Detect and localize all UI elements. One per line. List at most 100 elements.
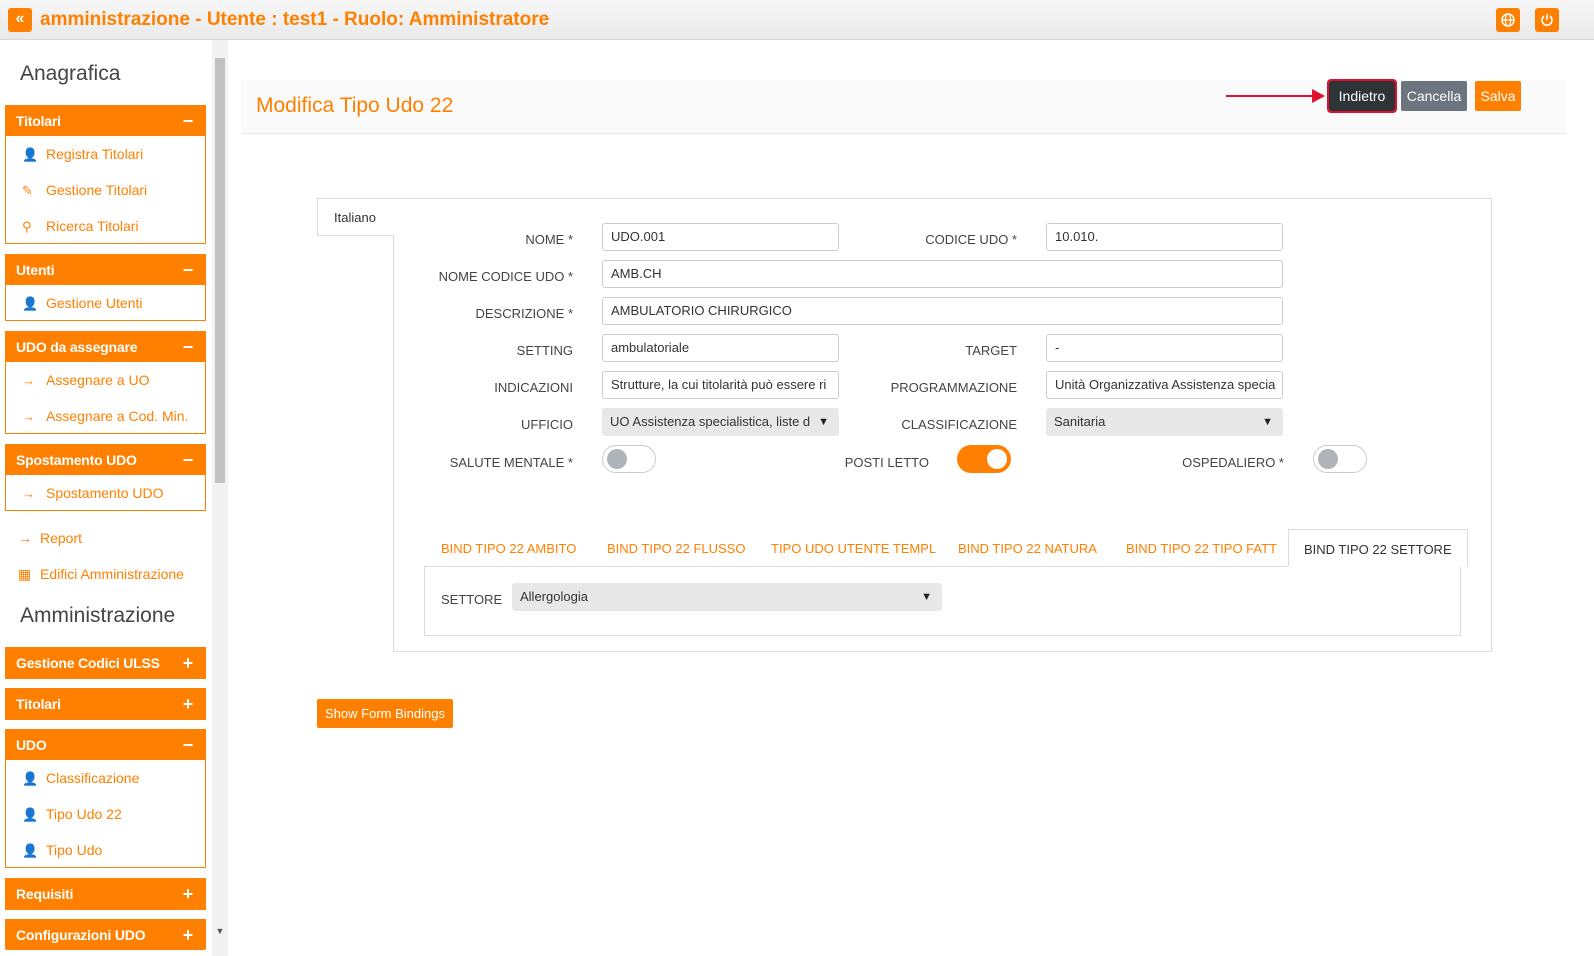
group-titolari-admin-header[interactable]: Titolari + — [6, 689, 205, 719]
group-requisiti-header[interactable]: Requisiti + — [6, 879, 205, 909]
user-edit-icon: 👤 — [22, 147, 39, 162]
sidebar-item-ricerca-titolari[interactable]: ⚲ Ricerca Titolari — [6, 208, 205, 244]
programmazione-input[interactable]: Unità Organizzativa Assistenza specia — [1046, 371, 1283, 399]
group-spostamento-udo: Spostamento UDO − → Spostamento UDO — [5, 444, 206, 511]
codice-udo-input[interactable]: 10.010. — [1046, 223, 1283, 251]
save-button[interactable]: Salva — [1475, 81, 1521, 111]
toggle-knob — [607, 449, 627, 469]
nome-input[interactable]: UDO.001 — [602, 223, 839, 251]
posti-letto-toggle[interactable] — [957, 445, 1011, 473]
posti-letto-label: POSTI LETTO — [844, 455, 929, 470]
globe-icon[interactable] — [1496, 8, 1520, 32]
chevron-down-icon: ▼ — [818, 416, 829, 428]
group-udo-header[interactable]: UDO − — [6, 730, 205, 760]
group-titolari: Titolari − 👤 Registra Titolari ✎ Gestione T… — [5, 105, 206, 244]
group-udo-da-assegnare: UDO da assegnare − → Assegnare a UO → Asseg… — [5, 331, 206, 434]
user-edit-icon: 👤 — [22, 771, 39, 786]
tab-bind-tipo-fatt[interactable]: BIND TIPO 22 TIPO FATT — [1126, 529, 1277, 567]
plus-icon: + — [182, 925, 194, 945]
cancel-button[interactable]: Cancella — [1401, 81, 1467, 111]
sidebar-item-assegnare-cod-min[interactable]: → Assegnare a Cod. Min. — [6, 398, 205, 434]
tab-bind-natura[interactable]: BIND TIPO 22 NATURA — [958, 529, 1097, 567]
group-requisiti[interactable]: Requisiti + — [5, 878, 206, 910]
arrow-right-icon: → — [18, 530, 32, 546]
sidebar-item-gestione-titolari[interactable]: ✎ Gestione Titolari — [6, 172, 205, 208]
app-title: amministrazione - Utente : test1 - Ruolo… — [40, 9, 550, 30]
group-titolari-header[interactable]: Titolari − — [6, 106, 205, 136]
classificazione-label: CLASSIFICAZIONE — [901, 417, 1017, 432]
power-icon[interactable] — [1535, 8, 1559, 32]
back-button[interactable]: Indietro — [1327, 79, 1397, 113]
ospedaliero-toggle[interactable] — [1313, 445, 1367, 473]
setting-label: SETTING — [516, 343, 573, 358]
search-icon: ⚲ — [22, 219, 32, 234]
minus-icon: − — [182, 260, 194, 280]
group-gestione-codici-ulss[interactable]: Gestione Codici ULSS + — [5, 647, 206, 679]
tab-italiano[interactable]: Italiano — [317, 198, 394, 236]
codice-udo-label: CODICE UDO * — [925, 232, 1017, 247]
group-udo-da-assegnare-header[interactable]: UDO da assegnare − — [6, 332, 205, 362]
minus-icon: − — [182, 337, 194, 357]
setting-input[interactable]: ambulatoriale — [602, 334, 839, 362]
sidebar-scrollbar-thumb[interactable] — [215, 58, 225, 483]
sidebar-link-report[interactable]: → Report — [18, 530, 82, 546]
group-configurazioni-udo[interactable]: Configurazioni UDO + — [5, 919, 206, 950]
tab-bind-ambito[interactable]: BIND TIPO 22 AMBITO — [441, 529, 576, 567]
nome-codice-udo-input[interactable]: AMB.CH — [602, 260, 1283, 288]
arrow-right-icon: → — [22, 486, 35, 501]
annotation-arrow-line — [1226, 95, 1314, 97]
classificazione-select[interactable]: Sanitaria ▼ — [1046, 408, 1283, 436]
ufficio-select[interactable]: UO Assistenza specialistica, liste d ▼ — [602, 408, 839, 436]
minus-icon: − — [182, 450, 194, 470]
sidebar-link-edifici[interactable]: ▦ Edifici Amministrazione — [18, 566, 184, 583]
show-form-bindings-button[interactable]: Show Form Bindings — [317, 699, 453, 728]
descrizione-label: DESCRIZIONE * — [475, 306, 573, 321]
user-edit-icon: 👤 — [22, 296, 39, 311]
group-spostamento-udo-header[interactable]: Spostamento UDO − — [6, 445, 205, 475]
plus-icon: + — [182, 884, 194, 904]
salute-mentale-toggle[interactable] — [602, 445, 656, 473]
user-edit-icon: 👤 — [22, 843, 39, 858]
toggle-knob — [1318, 449, 1338, 469]
tab-bind-settore[interactable]: BIND TIPO 22 SETTORE — [1288, 529, 1468, 567]
tab-tipo-udo-utente-templ[interactable]: TIPO UDO UTENTE TEMPL — [771, 529, 936, 567]
sidebar-item-tipo-udo[interactable]: 👤 Tipo Udo — [6, 832, 205, 868]
sidebar-item-classificazione[interactable]: 👤 Classificazione — [6, 760, 205, 796]
chevron-down-icon: ▼ — [921, 591, 932, 603]
collapse-sidebar-icon[interactable]: « — [8, 8, 32, 32]
scroll-down-arrow-icon[interactable]: ▼ — [214, 926, 226, 938]
group-utenti-header[interactable]: Utenti − — [6, 255, 205, 285]
descrizione-input[interactable]: AMBULATORIO CHIRURGICO — [602, 297, 1283, 325]
arrow-right-icon: → — [22, 409, 35, 424]
ospedaliero-label: OSPEDALIERO * — [1182, 455, 1284, 470]
sidebar-item-spostamento-udo[interactable]: → Spostamento UDO — [6, 475, 205, 511]
group-gestione-codici-ulss-header[interactable]: Gestione Codici ULSS + — [6, 648, 205, 678]
anagrafica-heading: Anagrafica — [20, 62, 121, 85]
annotation-arrow-head-icon — [1312, 89, 1325, 103]
tab-bind-flusso[interactable]: BIND TIPO 22 FLUSSO — [607, 529, 745, 567]
amministrazione-heading: Amministrazione — [20, 604, 176, 627]
sidebar-item-registra-titolari[interactable]: 👤 Registra Titolari — [6, 136, 205, 172]
indicazioni-input[interactable]: Strutture, la cui titolarità può essere … — [602, 371, 839, 399]
building-icon: ▦ — [18, 566, 32, 582]
chevron-down-icon: ▼ — [1262, 416, 1273, 428]
nome-codice-udo-label: NOME CODICE UDO * — [438, 269, 573, 284]
group-configurazioni-udo-header[interactable]: Configurazioni UDO + — [6, 920, 205, 950]
group-utenti: Utenti − 👤 Gestione Utenti — [5, 254, 206, 321]
sidebar-item-assegnare-uo[interactable]: → Assegnare a UO — [6, 362, 205, 398]
settore-label: SETTORE — [441, 592, 503, 607]
toggle-knob — [987, 449, 1007, 469]
page-title: Modifica Tipo Udo 22 — [256, 94, 454, 117]
group-udo: UDO − 👤 Classificazione 👤 Tipo Udo 22 👤 Tipo… — [5, 729, 206, 868]
user-edit-icon: 👤 — [22, 807, 39, 822]
target-input[interactable]: - — [1046, 334, 1283, 362]
target-label: TARGET — [965, 343, 1017, 358]
ufficio-label: UFFICIO — [521, 417, 573, 432]
arrow-right-icon: → — [22, 373, 35, 388]
settore-select[interactable]: Allergologia ▼ — [512, 583, 942, 611]
group-titolari-admin[interactable]: Titolari + — [5, 688, 206, 720]
minus-icon: − — [182, 735, 194, 755]
edit-icon: ✎ — [22, 183, 33, 198]
sidebar-item-gestione-utenti[interactable]: 👤 Gestione Utenti — [6, 285, 205, 321]
sidebar-item-tipo-udo-22[interactable]: 👤 Tipo Udo 22 — [6, 796, 205, 832]
